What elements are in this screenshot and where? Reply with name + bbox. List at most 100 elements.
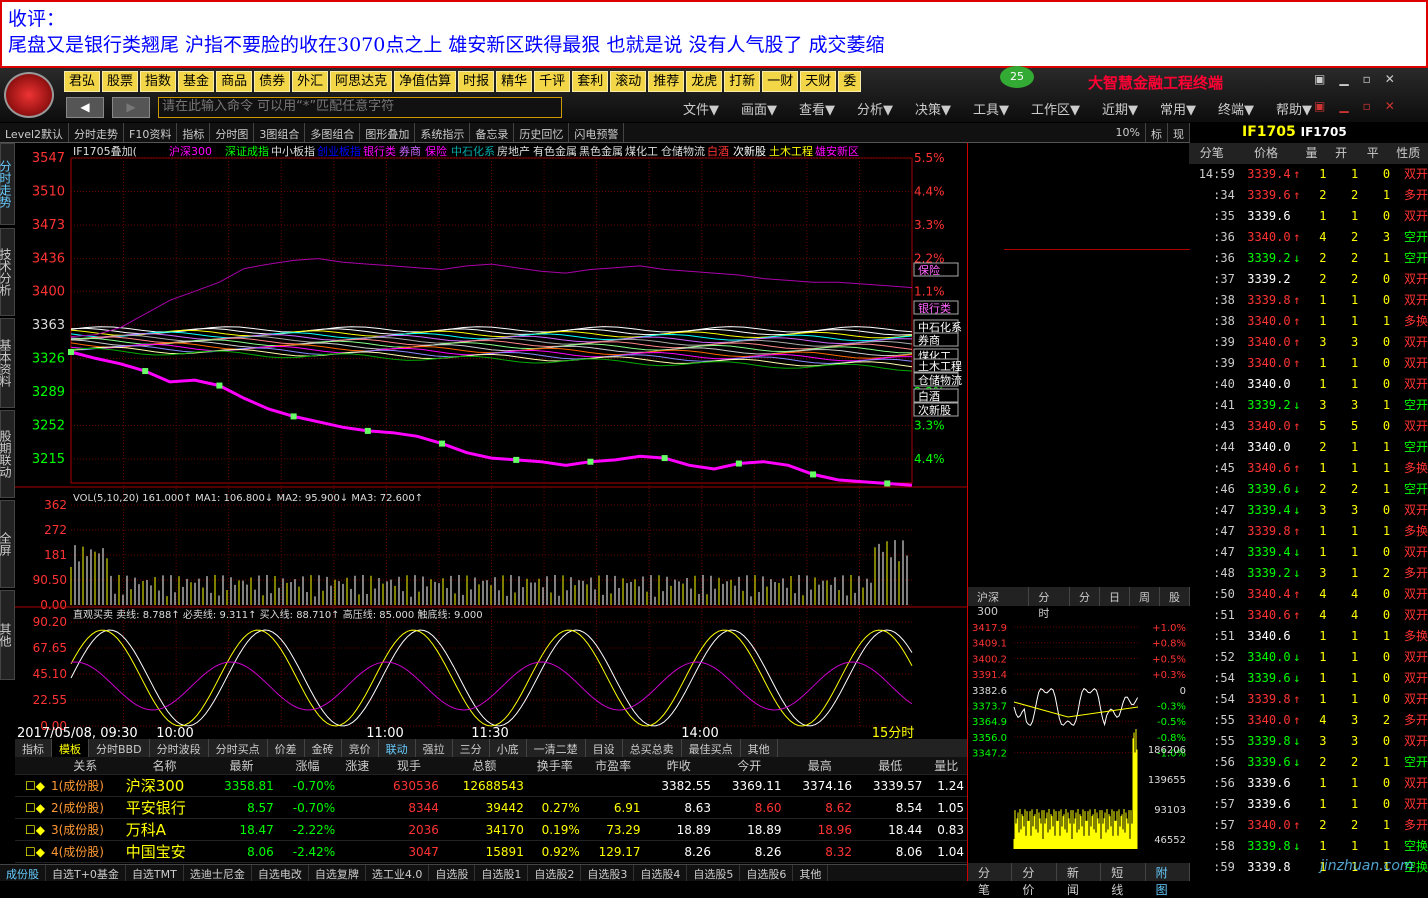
mini-tab[interactable]: 股 bbox=[1160, 587, 1190, 606]
quick-button[interactable]: 基金 bbox=[178, 71, 215, 92]
toolbar-item[interactable]: 图形叠加 bbox=[360, 123, 416, 142]
menu-item[interactable]: 分析▼ bbox=[857, 99, 893, 118]
quick-button[interactable]: 滚动 bbox=[610, 71, 647, 92]
bottom-tab[interactable]: 自选股4 bbox=[634, 865, 688, 881]
column-header[interactable]: 市盈率 bbox=[582, 757, 644, 775]
toolbar-item[interactable]: 备忘录 bbox=[470, 123, 515, 142]
quick-button[interactable]: 商品 bbox=[216, 71, 253, 92]
side-tab[interactable]: 分时走势 bbox=[0, 143, 15, 225]
bottom-tab[interactable]: 自选股3 bbox=[581, 865, 635, 881]
bottom-tab[interactable]: 自选股2 bbox=[528, 865, 582, 881]
toolbar-item[interactable]: 指标 bbox=[177, 123, 211, 142]
indicator-tab[interactable]: 价差 bbox=[268, 739, 305, 757]
bottom-tab[interactable]: 自选股6 bbox=[740, 865, 794, 881]
indicator-tab[interactable]: 最佳买点 bbox=[682, 739, 741, 757]
column-header[interactable]: 最低 bbox=[854, 757, 926, 775]
indicator-tab[interactable]: 竞价 bbox=[342, 739, 379, 757]
command-input[interactable]: 请在此输入命令 可以用“*”匹配任意字符 bbox=[158, 97, 562, 118]
mini-bottom-tab[interactable]: 新闻 bbox=[1057, 863, 1102, 897]
mini-bottom-tab[interactable]: 短线 bbox=[1101, 863, 1146, 897]
quick-button[interactable]: 推荐 bbox=[648, 71, 685, 92]
indicator-tab[interactable]: 分时BBD bbox=[89, 739, 150, 757]
menu-item[interactable]: 查看▼ bbox=[799, 99, 835, 118]
indicator-tab[interactable]: 模板 bbox=[52, 739, 89, 757]
indicator-tab[interactable]: 总买总卖 bbox=[623, 739, 682, 757]
column-header[interactable]: 量比 bbox=[925, 757, 967, 775]
toolbar-item[interactable]: 分时走势 bbox=[69, 123, 125, 142]
quick-button[interactable]: 君弘 bbox=[64, 71, 101, 92]
quick-button[interactable]: 股票 bbox=[102, 71, 139, 92]
table-row[interactable]: ☐◆ 3(成份股) 万科A 18.47 -2.22% 2036 34170 0.19% 73.2… bbox=[15, 818, 967, 841]
menu-item[interactable]: 近期▼ bbox=[1102, 99, 1138, 118]
menu-item[interactable]: 工作区▼ bbox=[1031, 99, 1080, 118]
row-checkbox[interactable]: ☐◆ bbox=[15, 796, 48, 819]
bottom-tab[interactable]: 选迪士尼金 bbox=[184, 865, 252, 881]
side-tab[interactable]: 股期联动 bbox=[0, 410, 15, 498]
column-header[interactable]: 换手率 bbox=[526, 757, 583, 775]
column-header[interactable]: 今开 bbox=[714, 757, 785, 775]
bottom-tab[interactable]: 其他 bbox=[793, 865, 829, 881]
quick-button[interactable]: 阿思达克 bbox=[330, 71, 393, 92]
quick-button[interactable]: 天财 bbox=[800, 71, 837, 92]
quick-button[interactable]: 净值估算 bbox=[394, 71, 457, 92]
indicator-tab[interactable]: 目设 bbox=[586, 739, 623, 757]
toolbar-item[interactable]: 多图组合 bbox=[305, 123, 361, 142]
column-header[interactable]: 名称 bbox=[122, 757, 207, 775]
column-header[interactable]: 最高 bbox=[784, 757, 855, 775]
mini-tab[interactable]: 沪深300 bbox=[968, 587, 1030, 618]
quick-button[interactable]: 委 bbox=[838, 71, 862, 92]
indicator-tab[interactable]: 小底 bbox=[490, 739, 527, 757]
menu-item[interactable]: 终端▼ bbox=[1218, 99, 1254, 118]
quick-button[interactable]: 精华 bbox=[496, 71, 533, 92]
menu-item[interactable]: 帮助▼ bbox=[1276, 99, 1312, 118]
toolbar-item[interactable]: 10% bbox=[1111, 123, 1146, 142]
forward-button[interactable]: ▶ bbox=[112, 97, 150, 118]
toolbar-item[interactable]: F10资料 bbox=[124, 123, 178, 142]
mini-tab[interactable]: 周 bbox=[1130, 587, 1160, 606]
side-tab[interactable]: 其他 bbox=[0, 590, 15, 680]
table-row[interactable]: ☐◆ 2(成份股) 平安银行 8.57 -0.70% 8344 39442 0.27% 6.91… bbox=[15, 796, 967, 819]
toolbar-item[interactable]: 3图组合 bbox=[254, 123, 306, 142]
quick-button[interactable]: 打新 bbox=[724, 71, 761, 92]
mini-tab[interactable]: 分时 bbox=[1029, 587, 1070, 620]
quick-button[interactable]: 时报 bbox=[458, 71, 495, 92]
indicator-tab[interactable]: 分时买点 bbox=[209, 739, 268, 757]
quick-button[interactable]: 龙虎 bbox=[686, 71, 723, 92]
indicator-tab[interactable]: 一清二楚 bbox=[527, 739, 586, 757]
mini-bottom-tab[interactable]: 分价 bbox=[1012, 863, 1057, 897]
table-row[interactable]: ☐◆ 1(成份股) 沪深300 3358.81 -0.70% 630536 12688543… bbox=[15, 774, 967, 797]
indicator-tab[interactable]: 金砖 bbox=[305, 739, 342, 757]
quick-button[interactable]: 套利 bbox=[572, 71, 609, 92]
column-header[interactable]: 关系 bbox=[47, 757, 123, 775]
mini-tab[interactable]: 分 bbox=[1070, 587, 1100, 606]
side-tab[interactable]: 技术分析 bbox=[0, 228, 15, 316]
row-checkbox[interactable]: ☐◆ bbox=[15, 818, 48, 841]
indicator-tab[interactable]: 联动 bbox=[379, 739, 416, 757]
bottom-tab[interactable]: 自选股 bbox=[429, 865, 476, 881]
mini-chart[interactable]: 3417.9 +1.0% 3409.1 +0.8% 3400.2 +0.5% 3391.4 +… bbox=[968, 607, 1190, 862]
indicator-tab[interactable]: 分时波段 bbox=[150, 739, 209, 757]
menu-item[interactable]: 常用▼ bbox=[1160, 99, 1196, 118]
row-checkbox[interactable]: ☐◆ bbox=[15, 840, 48, 863]
bottom-tab[interactable]: 自选股1 bbox=[475, 865, 529, 881]
quick-button[interactable]: 千评 bbox=[534, 71, 571, 92]
table-row[interactable]: ☐◆ 4(成份股) 中国宝安 8.06 -2.42% 3047 15891 0.92% 129.… bbox=[15, 840, 967, 863]
menu-item[interactable]: 工具▼ bbox=[973, 99, 1009, 118]
toolbar-item[interactable]: 历史回忆 bbox=[514, 123, 570, 142]
toolbar-item[interactable]: 系统指示 bbox=[415, 123, 471, 142]
indicator-tab[interactable]: 三分 bbox=[453, 739, 490, 757]
quick-button[interactable]: 外汇 bbox=[292, 71, 329, 92]
bottom-tab[interactable]: 自选T+0基金 bbox=[46, 865, 126, 881]
toolbar-item[interactable]: 分时图 bbox=[210, 123, 255, 142]
mini-bottom-tab[interactable]: 附图 bbox=[1146, 863, 1191, 897]
column-header[interactable]: 涨幅 bbox=[276, 757, 339, 775]
quick-button[interactable]: 债券 bbox=[254, 71, 291, 92]
bottom-tab[interactable]: 自选股5 bbox=[687, 865, 741, 881]
indicator-tab[interactable]: 指标 bbox=[15, 739, 52, 757]
side-tab[interactable]: 基本资料 bbox=[0, 318, 15, 408]
column-header[interactable]: 总额 bbox=[441, 757, 527, 775]
mini-bottom-tab[interactable]: 分笔 bbox=[968, 863, 1013, 897]
column-header[interactable]: 涨速 bbox=[338, 757, 377, 775]
quick-button[interactable]: 一财 bbox=[762, 71, 799, 92]
column-header[interactable]: 昨收 bbox=[643, 757, 715, 775]
